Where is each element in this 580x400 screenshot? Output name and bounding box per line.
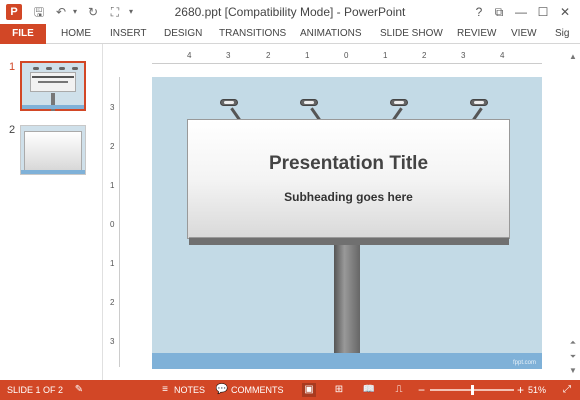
reading-view-icon[interactable]: 📖 bbox=[362, 383, 376, 397]
close-icon[interactable]: ✕ bbox=[556, 3, 574, 21]
notes-button[interactable]: NOTES bbox=[174, 380, 205, 400]
tab-animations[interactable]: ANIMATIONS bbox=[300, 24, 361, 44]
billboard-lamp-icon bbox=[390, 99, 408, 106]
ruler-tick: 2 bbox=[110, 298, 115, 307]
vertical-ruler[interactable]: 3 2 1 0 1 2 3 bbox=[108, 77, 120, 367]
horizontal-ruler[interactable]: 4 3 2 1 0 1 2 3 4 bbox=[152, 50, 542, 64]
slide-watermark: fppt.com bbox=[512, 360, 536, 366]
thumbnail-number-2: 2 bbox=[9, 124, 16, 136]
billboard-lamp-icon bbox=[470, 99, 488, 106]
spell-check-icon[interactable]: ✎ bbox=[72, 383, 86, 397]
tab-transitions[interactable]: TRANSITIONS bbox=[219, 24, 286, 44]
zoom-out-button[interactable]: − bbox=[418, 380, 425, 400]
thumbnail-title-line bbox=[32, 76, 74, 78]
slide-canvas[interactable]: Presentation Title Subheading goes here … bbox=[152, 77, 542, 369]
ruler-tick: 4 bbox=[500, 51, 505, 60]
ruler-tick: 1 bbox=[110, 259, 115, 268]
next-slide-icon[interactable]: ⏷ bbox=[568, 352, 578, 362]
status-bar: SLIDE 1 OF 2 ✎ ≡ NOTES 💬 COMMENTS ▣ ⊞ 📖 … bbox=[0, 380, 580, 400]
notes-icon: ≡ bbox=[162, 384, 168, 395]
ruler-tick: 3 bbox=[110, 103, 115, 112]
comments-button[interactable]: COMMENTS bbox=[231, 380, 284, 400]
ruler-tick: 1 bbox=[383, 51, 388, 60]
ruler-tick: 2 bbox=[110, 142, 115, 151]
billboard-catwalk bbox=[189, 237, 509, 245]
tab-view[interactable]: VIEW bbox=[511, 24, 537, 44]
thumbnail-lamp bbox=[59, 67, 65, 70]
thumbnail-subtitle-line bbox=[38, 81, 68, 83]
ruler-tick: 3 bbox=[226, 51, 231, 60]
ruler-tick: 4 bbox=[187, 51, 192, 60]
slide-thumbnails-pane: 1 2 bbox=[0, 44, 103, 380]
slide-ground bbox=[152, 353, 542, 369]
ruler-tick: 3 bbox=[110, 337, 115, 346]
tab-signature[interactable]: Sig bbox=[555, 24, 569, 44]
zoom-level[interactable]: 51% bbox=[528, 380, 546, 400]
minimize-icon[interactable]: — bbox=[512, 3, 530, 21]
ruler-tick: 3 bbox=[461, 51, 466, 60]
billboard-panel[interactable]: Presentation Title Subheading goes here bbox=[187, 119, 510, 239]
zoom-slider-thumb[interactable] bbox=[471, 385, 474, 395]
slide-title[interactable]: Presentation Title bbox=[188, 153, 509, 175]
fit-slide-icon[interactable]: ⤢ bbox=[560, 383, 574, 397]
help-icon[interactable]: ? bbox=[470, 3, 488, 21]
thumbnail-lamp bbox=[33, 67, 39, 70]
previous-slide-icon[interactable]: ⏶ bbox=[568, 338, 578, 348]
comments-icon: 💬 bbox=[215, 384, 229, 395]
ruler-tick: 1 bbox=[110, 181, 115, 190]
zoom-in-button[interactable]: + bbox=[517, 380, 524, 400]
thumbnail-ground bbox=[21, 170, 85, 174]
ruler-tick: 1 bbox=[305, 51, 310, 60]
ribbon-display-options-icon[interactable]: ⧉ bbox=[490, 3, 508, 21]
tab-home[interactable]: HOME bbox=[61, 24, 91, 44]
scroll-down-icon[interactable]: ▼ bbox=[568, 366, 578, 376]
scroll-up-icon[interactable]: ▲ bbox=[568, 52, 578, 62]
tab-insert[interactable]: INSERT bbox=[110, 24, 147, 44]
thumbnail-board-large bbox=[24, 131, 82, 171]
slide-show-view-icon[interactable]: ⎍ bbox=[392, 383, 406, 397]
billboard-pole bbox=[334, 245, 360, 357]
slide-indicator[interactable]: SLIDE 1 OF 2 bbox=[7, 380, 63, 400]
thumbnail-number-1: 1 bbox=[9, 61, 16, 73]
slide-thumbnail-2[interactable] bbox=[20, 125, 86, 175]
tab-review[interactable]: REVIEW bbox=[457, 24, 496, 44]
tab-file[interactable]: FILE bbox=[0, 24, 46, 44]
thumbnail-ground bbox=[22, 105, 84, 109]
thumbnail-lamp bbox=[72, 67, 78, 70]
ruler-tick: 2 bbox=[422, 51, 427, 60]
slide-subtitle[interactable]: Subheading goes here bbox=[188, 190, 509, 204]
ruler-tick: 0 bbox=[110, 220, 115, 229]
slide-sorter-view-icon[interactable]: ⊞ bbox=[332, 383, 346, 397]
title-bar: P 🖫 ↶ ▾ ↻ ⛶ ▾ 2680.ppt [Compatibility Mo… bbox=[0, 0, 580, 24]
slide-thumbnail-1[interactable] bbox=[20, 61, 86, 111]
vertical-scrollbar[interactable]: ▲ ⏶ ⏷ ▼ bbox=[566, 50, 580, 380]
ruler-tick: 2 bbox=[266, 51, 271, 60]
billboard-lamp-icon bbox=[300, 99, 318, 106]
ribbon-tabs: FILE HOME INSERT DESIGN TRANSITIONS ANIM… bbox=[0, 24, 580, 44]
ruler-tick: 0 bbox=[344, 51, 349, 60]
maximize-icon[interactable]: ☐ bbox=[534, 3, 552, 21]
billboard-lamp-icon bbox=[220, 99, 238, 106]
tab-design[interactable]: DESIGN bbox=[164, 24, 202, 44]
tab-slide-show[interactable]: SLIDE SHOW bbox=[380, 24, 443, 44]
thumbnail-lamp bbox=[46, 67, 52, 70]
normal-view-icon[interactable]: ▣ bbox=[302, 383, 316, 397]
